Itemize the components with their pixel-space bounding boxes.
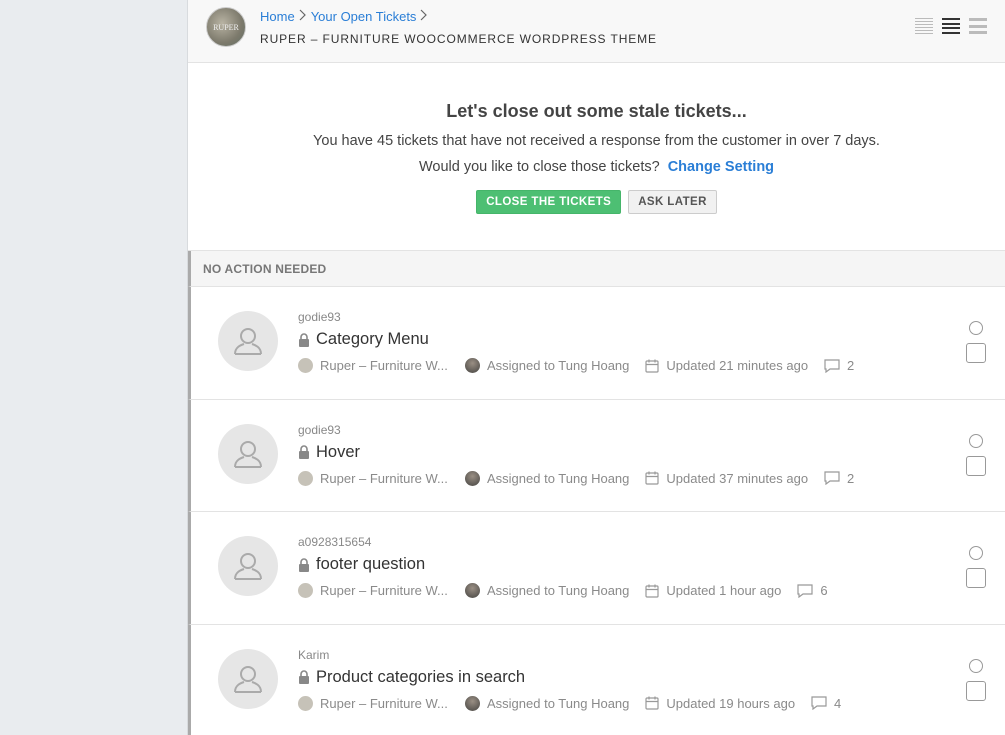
ticket-select-checkbox[interactable] — [966, 455, 986, 476]
lock-icon — [299, 445, 309, 459]
ticket-author[interactable]: godie93 — [298, 310, 341, 324]
chevron-right-icon — [295, 9, 311, 24]
stale-actions: CLOSE THE TICKETS ASK LATER — [188, 190, 1005, 214]
ticket-product: Ruper – Furniture W... — [298, 695, 448, 711]
section-header: NO ACTION NEEDED — [188, 251, 1005, 287]
product-avatar-icon — [298, 470, 313, 486]
status-circle-icon — [969, 546, 983, 560]
comment-icon — [824, 471, 840, 485]
ticket-meta: Ruper – Furniture W... Assigned to Tung … — [298, 695, 841, 711]
ticket-title-text: Hover — [316, 442, 361, 461]
calendar-icon — [645, 471, 659, 485]
comment-icon — [824, 358, 840, 373]
left-gutter — [0, 0, 187, 735]
calendar-icon — [645, 696, 659, 710]
status-circle-icon — [969, 321, 983, 335]
ticket-meta: Ruper – Furniture W... Assigned to Tung … — [298, 358, 854, 373]
avatar — [218, 536, 278, 596]
close-tickets-button[interactable]: CLOSE THE TICKETS — [476, 190, 622, 214]
agent-avatar-icon — [465, 695, 480, 711]
calendar-icon — [645, 359, 659, 373]
ticket-select-checkbox[interactable] — [966, 568, 986, 588]
ticket-row[interactable]: godie93 Category Menu Ruper – Furniture … — [188, 287, 1005, 400]
ticket-meta: Ruper – Furniture W... Assigned to Tung … — [298, 583, 828, 598]
ticket-product: Ruper – Furniture W... — [298, 583, 448, 598]
agent-avatar-icon — [465, 470, 480, 486]
ticket-author[interactable]: Karim — [298, 648, 329, 662]
user-icon — [234, 665, 262, 693]
page-title: RUPER – FURNITURE WOOCOMMERCE WORDPRESS … — [260, 32, 657, 46]
ticket-select-checkbox[interactable] — [966, 343, 986, 363]
ticket-title-text: footer question — [316, 555, 426, 573]
compact-view-icon[interactable] — [915, 18, 933, 34]
agent-avatar-icon — [465, 583, 480, 598]
ticket-assignee: Assigned to Tung Hoang — [465, 583, 629, 598]
avatar — [218, 648, 278, 709]
ticket-title-text: Category Menu — [316, 330, 429, 348]
view-toggles — [915, 18, 987, 34]
user-icon — [234, 328, 262, 355]
ticket-replies: 2 — [824, 358, 854, 373]
stale-question: Would you like to close those tickets? — [418, 159, 660, 175]
stale-question-line: Would you like to close those tickets? C… — [188, 159, 1005, 175]
ticket-replies: 4 — [811, 696, 841, 711]
normal-view-icon[interactable] — [942, 18, 960, 34]
lock-icon — [299, 670, 309, 684]
ticket-title[interactable]: Category Menu — [298, 330, 429, 349]
breadcrumb-home-link[interactable]: Home — [260, 9, 295, 24]
lock-icon — [299, 557, 309, 572]
status-circle-icon — [969, 433, 983, 448]
ticket-title[interactable]: Product categories in search — [298, 668, 525, 687]
status-circle-icon — [969, 658, 983, 673]
ticket-title[interactable]: Hover — [298, 443, 360, 462]
chevron-right-icon — [416, 9, 432, 24]
avatar — [218, 423, 278, 484]
comment-icon — [811, 696, 827, 710]
avatar — [218, 311, 278, 371]
ticket-select-checkbox[interactable] — [966, 680, 986, 701]
ticket-meta: Ruper – Furniture W... Assigned to Tung … — [298, 470, 854, 486]
ticket-product: Ruper – Furniture W... — [298, 470, 448, 486]
stale-tickets-notice: Let's close out some stale tickets... Yo… — [188, 63, 1005, 251]
ticket-replies: 6 — [797, 583, 828, 598]
ticket-updated: Updated 21 minutes ago — [645, 358, 808, 373]
stale-message: You have 45 tickets that have not receiv… — [313, 133, 880, 149]
ticket-assignee: Assigned to Tung Hoang — [465, 695, 629, 711]
product-avatar-icon — [298, 358, 313, 373]
ticket-list: godie93 Category Menu Ruper – Furniture … — [188, 287, 1005, 735]
comment-icon — [797, 583, 813, 598]
lock-icon — [299, 332, 309, 347]
change-setting-link[interactable]: Change Setting — [668, 159, 774, 175]
ticket-title-text: Product categories in search — [316, 667, 526, 686]
ask-later-button[interactable]: ASK LATER — [628, 190, 717, 214]
ticket-author[interactable]: a0928315654 — [298, 535, 371, 549]
ticket-row[interactable]: a0928315654 footer question Ruper – Furn… — [188, 512, 1005, 625]
ticket-updated: Updated 19 hours ago — [645, 696, 795, 711]
tickets-panel: RUPER Home Your Open Tickets RUPER – FUR… — [187, 0, 1005, 735]
user-icon — [234, 553, 262, 580]
breadcrumb: Home Your Open Tickets — [260, 9, 432, 24]
ticket-updated: Updated 1 hour ago — [645, 583, 781, 598]
wide-view-icon[interactable] — [969, 18, 987, 34]
stale-heading: Let's close out some stale tickets... — [446, 101, 747, 121]
ticket-assignee: Assigned to Tung Hoang — [465, 470, 629, 486]
calendar-icon — [645, 584, 659, 598]
ticket-row[interactable]: Karim Product categories in search Ruper… — [188, 624, 1005, 735]
ticket-replies: 2 — [824, 471, 854, 486]
ticket-author[interactable]: godie93 — [298, 423, 341, 437]
ticket-row[interactable]: godie93 Hover Ruper – Furniture W... Ass… — [188, 399, 1005, 512]
ticket-product: Ruper – Furniture W... — [298, 358, 448, 373]
page-header: RUPER Home Your Open Tickets RUPER – FUR… — [188, 0, 1005, 63]
product-avatar-icon — [298, 583, 313, 598]
ticket-updated: Updated 37 minutes ago — [645, 471, 808, 486]
agent-avatar-icon — [465, 358, 480, 373]
breadcrumb-open-tickets-link[interactable]: Your Open Tickets — [311, 9, 417, 24]
product-logo: RUPER — [206, 7, 246, 47]
product-avatar-icon — [298, 695, 313, 711]
ticket-title[interactable]: footer question — [298, 555, 425, 574]
ticket-assignee: Assigned to Tung Hoang — [465, 358, 629, 373]
user-icon — [234, 440, 262, 468]
